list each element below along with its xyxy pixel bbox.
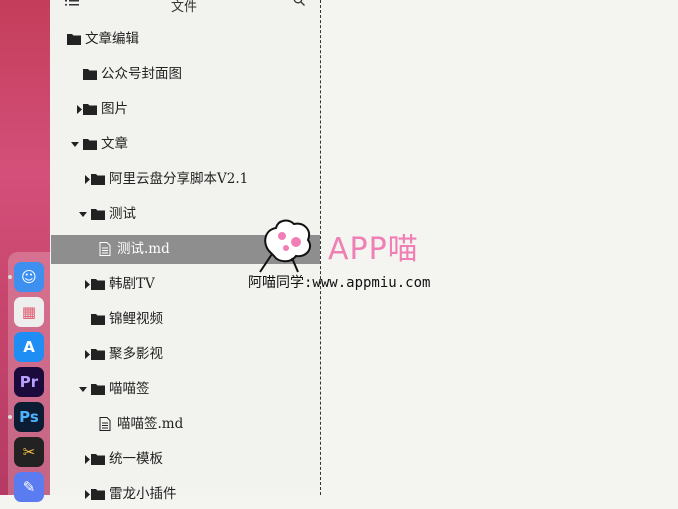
chevron-down-icon[interactable] <box>71 140 79 149</box>
folder-icon <box>91 454 105 465</box>
folder-icon <box>91 384 105 395</box>
folder-icon <box>91 174 105 185</box>
folder-icon <box>83 69 97 80</box>
tree-item[interactable]: 公众号封面图 <box>51 60 320 89</box>
folder-icon <box>91 314 105 325</box>
tree-item-label: 图片 <box>101 101 128 117</box>
dock: ☺ ▦ A Pr Ps ✂ ✎ <box>8 252 50 502</box>
watermark: APP喵 阿喵同学:www.appmiu.com <box>246 212 446 298</box>
tree-item-label: 公众号封面图 <box>101 66 182 82</box>
app-store-icon[interactable]: A <box>14 332 44 362</box>
folder-icon <box>91 349 105 360</box>
finder-icon[interactable]: ☺ <box>14 262 44 292</box>
chevron-right-icon[interactable] <box>83 175 91 184</box>
tree-item-label: 喵喵签.md <box>117 416 184 432</box>
sidebar-header: 文件 <box>51 0 320 15</box>
folder-icon <box>83 104 97 115</box>
cat-mascot-icon <box>259 219 312 273</box>
sidebar-title: 文件 <box>171 0 198 15</box>
launchpad-icon[interactable]: ▦ <box>14 297 44 327</box>
folder-icon <box>83 139 97 150</box>
final-cut-pro-icon[interactable]: ✂ <box>14 437 44 467</box>
chevron-down-icon[interactable] <box>79 210 87 219</box>
folder-icon <box>67 34 81 45</box>
premiere-pro-icon[interactable]: Pr <box>14 367 44 397</box>
document-icon <box>99 417 111 431</box>
chevron-right-icon[interactable] <box>83 350 91 359</box>
watermark-brand: APP喵 <box>328 232 419 267</box>
document-icon <box>99 242 111 256</box>
tree-item[interactable]: 图片 <box>51 95 320 124</box>
chevron-right-icon[interactable] <box>83 455 91 464</box>
tree-item-label: 文章编辑 <box>85 31 139 47</box>
running-indicator <box>8 275 12 279</box>
tree-item[interactable]: 聚多影视 <box>51 340 320 369</box>
tree-item-label: 锦鲤视频 <box>109 311 163 327</box>
chevron-right-icon[interactable] <box>75 105 83 114</box>
running-indicator <box>8 415 12 419</box>
tree-item-label: 测试.md <box>117 241 170 257</box>
chevron-down-icon[interactable] <box>79 385 87 394</box>
tree-item-label: 韩剧TV <box>109 276 155 292</box>
tree-item-label: 喵喵签 <box>109 381 150 397</box>
tree-item-label: 聚多影视 <box>109 346 163 362</box>
chevron-right-icon[interactable] <box>83 280 91 289</box>
outline-list-icon[interactable] <box>65 0 79 7</box>
tree-item-label: 统一模板 <box>109 451 163 467</box>
folder-icon <box>91 209 105 220</box>
tree-item[interactable]: 统一模板 <box>51 445 320 474</box>
tree-item-label: 测试 <box>109 206 136 222</box>
pencil-app-icon[interactable]: ✎ <box>14 472 44 502</box>
tree-item[interactable]: 喵喵签 <box>51 375 320 404</box>
tree-item[interactable]: 锦鲤视频 <box>51 305 320 334</box>
watermark-caption: 阿喵同学:www.appmiu.com <box>248 275 431 291</box>
search-icon[interactable] <box>293 0 305 6</box>
photoshop-icon[interactable]: Ps <box>14 402 44 432</box>
tree-item-label: 阿里云盘分享脚本V2.1 <box>109 171 249 187</box>
tree-item-label: 文章 <box>101 136 128 152</box>
folder-icon <box>91 279 105 290</box>
tree-item[interactable]: 阿里云盘分享脚本V2.1 <box>51 165 320 194</box>
tree-item[interactable]: 喵喵签.md <box>51 410 320 439</box>
tree-item[interactable]: 文章编辑 <box>51 25 320 54</box>
folder-icon <box>91 489 105 500</box>
tree-item[interactable]: 文章 <box>51 130 320 159</box>
